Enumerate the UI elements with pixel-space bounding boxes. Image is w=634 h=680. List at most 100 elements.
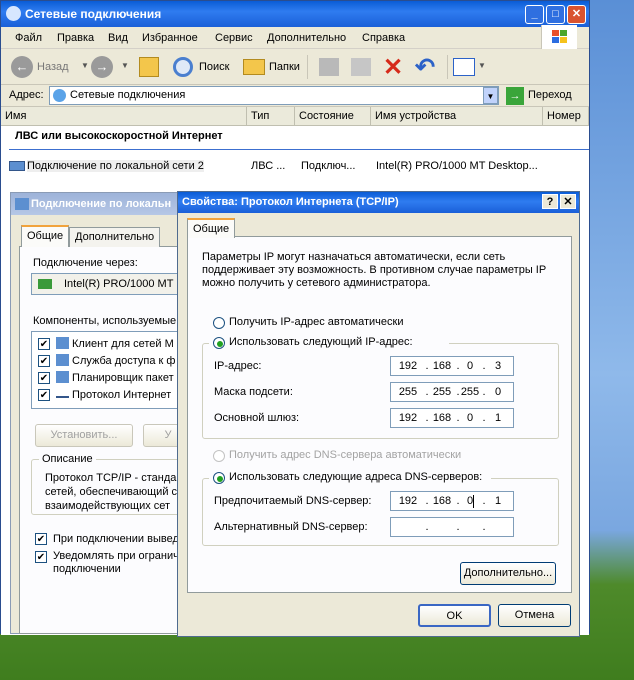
search-icon bbox=[173, 57, 193, 77]
back-arrow-icon: ← bbox=[11, 56, 33, 78]
lan-dialog-titlebar[interactable]: Подключение по локальн bbox=[11, 193, 191, 215]
ip-manual-radio[interactable] bbox=[213, 337, 225, 349]
maximize-button[interactable]: □ bbox=[546, 5, 565, 24]
component-checkbox[interactable]: ✔ bbox=[38, 389, 50, 401]
install-button[interactable]: Установить... bbox=[35, 424, 133, 447]
mask-octet-1: 255 bbox=[398, 386, 418, 398]
client-icon bbox=[56, 337, 69, 349]
component-checkbox[interactable]: ✔ bbox=[38, 338, 50, 350]
ok-button[interactable]: OK bbox=[418, 604, 491, 627]
dns-alternate-label: Альтернативный DNS-сервер: bbox=[214, 521, 368, 533]
search-button[interactable]: Поиск bbox=[199, 55, 229, 79]
menu-favorites[interactable]: Избранное bbox=[142, 32, 198, 44]
column-device[interactable]: Имя устройства bbox=[371, 107, 543, 126]
ip-dot: . bbox=[425, 360, 429, 372]
dns-manual-option: Использовать следующие адреса DNS-сервер… bbox=[209, 470, 491, 486]
list-item[interactable]: ✔ Клиент для сетей M bbox=[38, 336, 192, 352]
lan-tab-advanced[interactable]: Дополнительно bbox=[69, 227, 161, 247]
menu-help[interactable]: Справка bbox=[362, 32, 405, 44]
help-button[interactable]: ? bbox=[542, 194, 558, 209]
subnet-mask-label: Маска подсети: bbox=[214, 386, 293, 398]
adapter-name: Intel(R) PRO/1000 MT I bbox=[64, 278, 180, 290]
menu-tools[interactable]: Сервис bbox=[215, 32, 253, 44]
component-checkbox[interactable]: ✔ bbox=[38, 355, 50, 367]
connect-via-label: Подключение через: bbox=[33, 257, 138, 269]
tcp-tab-general[interactable]: Общие bbox=[187, 218, 236, 238]
cancel-button[interactable]: Отмена bbox=[498, 604, 571, 627]
views-icon[interactable] bbox=[453, 58, 475, 76]
list-item[interactable]: ✔ Служба доступа к ф bbox=[38, 353, 192, 369]
tcp-dialog-titlebar[interactable]: Свойства: Протокол Интернета (TCP/IP) ? … bbox=[178, 192, 579, 213]
go-button[interactable]: Переход bbox=[528, 89, 572, 101]
folders-icon bbox=[243, 59, 265, 75]
advanced-button[interactable]: Дополнительно... bbox=[460, 562, 556, 585]
delete-icon[interactable]: ✕ bbox=[383, 53, 403, 82]
ip-address-input[interactable]: 192 . 168 . 0 . 3 bbox=[390, 356, 514, 376]
lan-dialog-title: Подключение по локальн bbox=[31, 198, 172, 210]
dns-pref-octet-1: 192 bbox=[398, 495, 418, 507]
component-label: Клиент для сетей M bbox=[72, 338, 174, 350]
component-label: Служба доступа к ф bbox=[72, 355, 176, 367]
up-folder-icon[interactable] bbox=[139, 57, 159, 77]
network-icon bbox=[53, 89, 66, 102]
mask-dot: . bbox=[425, 386, 429, 398]
address-input[interactable]: Сетевые подключения bbox=[49, 86, 499, 105]
dns-auto-radio[interactable] bbox=[213, 450, 225, 462]
lan-tab-general[interactable]: Общие bbox=[21, 225, 70, 247]
forward-dropdown-icon[interactable]: ▼ bbox=[121, 61, 129, 70]
protocol-icon bbox=[56, 390, 69, 398]
address-label: Адрес: bbox=[9, 89, 44, 101]
column-number[interactable]: Номер bbox=[543, 107, 589, 126]
gateway-input[interactable]: 192 . 168 . 0 . 1 bbox=[390, 408, 514, 428]
copy-to-icon[interactable] bbox=[351, 58, 371, 76]
description-label: Описание bbox=[39, 453, 96, 465]
mask-octet-4: 0 bbox=[494, 386, 502, 398]
ip-auto-radio[interactable] bbox=[213, 317, 225, 329]
list-item[interactable]: ✔ Планировщик пакет bbox=[38, 370, 192, 386]
explorer-titlebar[interactable]: Сетевые подключения _ □ ✕ bbox=[1, 1, 589, 27]
components-list: ✔ Клиент для сетей M ✔ Служба доступа к … bbox=[31, 331, 191, 409]
address-bar: Адрес: Сетевые подключения ▼ → Переход bbox=[1, 85, 589, 107]
tcp-dialog-title: Свойства: Протокол Интернета (TCP/IP) bbox=[182, 196, 399, 208]
dns-preferred-input[interactable]: 192 . 168 . 0 . 1 bbox=[390, 491, 514, 511]
lan-properties-dialog: Подключение по локальн Общие Дополнитель… bbox=[10, 192, 193, 634]
subnet-mask-input[interactable]: 255 . 255 . 255 . 0 bbox=[390, 382, 514, 402]
row-type: ЛВС ... bbox=[251, 160, 286, 172]
show-icon-checkbox[interactable]: ✔ bbox=[35, 533, 47, 545]
views-dropdown-icon[interactable]: ▼ bbox=[478, 61, 486, 70]
move-to-icon[interactable] bbox=[319, 58, 339, 76]
notify-checkbox[interactable]: ✔ bbox=[35, 551, 47, 563]
gateway-octet-4: 1 bbox=[494, 412, 502, 424]
dns-pref-octet-4: 1 bbox=[494, 495, 502, 507]
minimize-button[interactable]: _ bbox=[525, 5, 544, 24]
lan-connection-icon bbox=[9, 161, 25, 171]
column-name[interactable]: Имя bbox=[1, 107, 247, 126]
address-dropdown-icon[interactable]: ▼ bbox=[483, 87, 498, 104]
address-value: Сетевые подключения bbox=[70, 89, 186, 101]
component-checkbox[interactable]: ✔ bbox=[38, 372, 50, 384]
menu-advanced[interactable]: Дополнительно bbox=[267, 32, 346, 44]
table-row[interactable]: Подключение по локальной сети 2 ЛВС ... … bbox=[7, 157, 587, 175]
undo-icon[interactable]: ↶ bbox=[415, 53, 435, 82]
dialog-close-button[interactable]: ✕ bbox=[560, 194, 576, 209]
row-name: Подключение по локальной сети 2 bbox=[27, 160, 204, 172]
go-arrow-icon[interactable]: → bbox=[506, 87, 524, 105]
dns-manual-label: Использовать следующие адреса DNS-сервер… bbox=[229, 471, 483, 483]
row-device: Intel(R) PRO/1000 MT Desktop... bbox=[376, 160, 538, 172]
tcpip-properties-dialog: Свойства: Протокол Интернета (TCP/IP) ? … bbox=[177, 191, 580, 637]
menu-edit[interactable]: Правка bbox=[57, 32, 94, 44]
column-status[interactable]: Состояние bbox=[295, 107, 371, 126]
dns-manual-radio[interactable] bbox=[213, 472, 225, 484]
folders-button[interactable]: Папки bbox=[269, 55, 300, 79]
dns-alternate-input[interactable]: . . . bbox=[390, 517, 514, 537]
menu-view[interactable]: Вид bbox=[108, 32, 128, 44]
dns-pref-dot: . bbox=[425, 495, 429, 507]
component-label: Планировщик пакет bbox=[72, 372, 174, 384]
list-item[interactable]: ✔ Протокол Интернет bbox=[38, 387, 192, 403]
column-type[interactable]: Тип bbox=[247, 107, 295, 126]
back-dropdown-icon[interactable]: ▼ bbox=[81, 61, 89, 70]
menu-file[interactable]: Файл bbox=[15, 32, 42, 44]
forward-arrow-icon[interactable]: → bbox=[91, 56, 113, 78]
adapter-field: Intel(R) PRO/1000 MT I bbox=[31, 273, 191, 295]
close-button[interactable]: ✕ bbox=[567, 5, 586, 24]
